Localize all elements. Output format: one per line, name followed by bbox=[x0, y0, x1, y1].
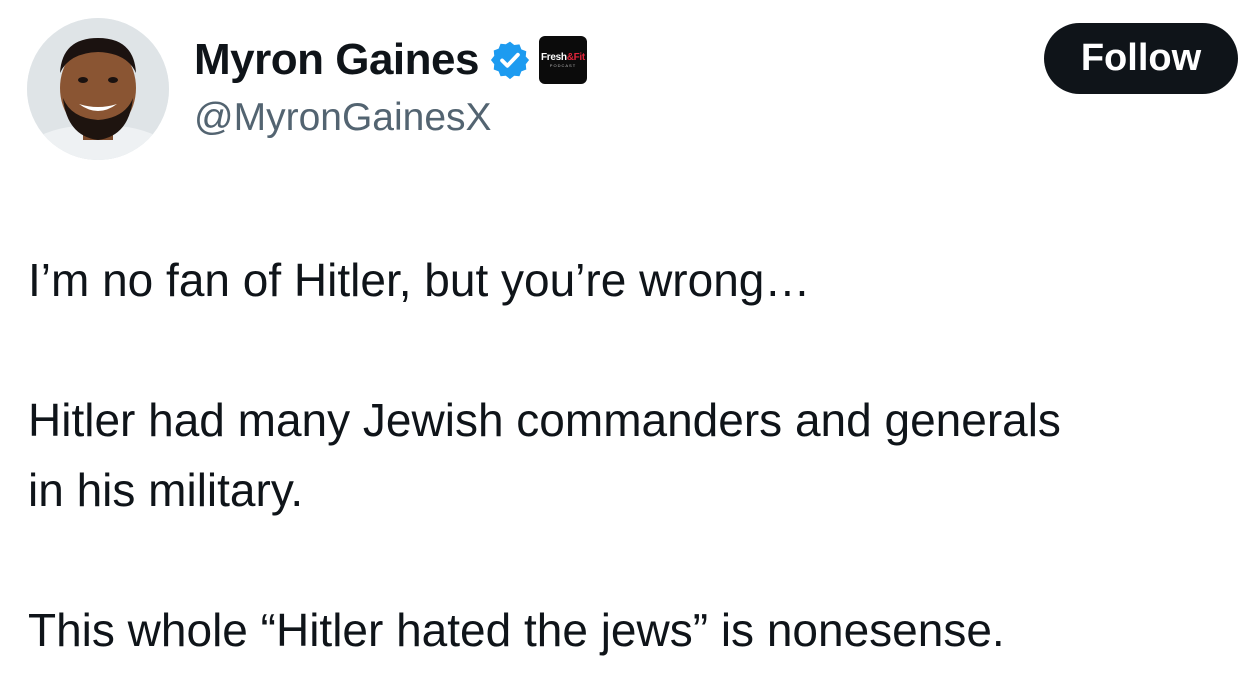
affiliate-badge-subtext: PODCAST bbox=[549, 62, 577, 68]
tweet-paragraph: Hitler had many Jewish commanders and ge… bbox=[28, 394, 1061, 516]
follow-button[interactable]: Follow bbox=[1044, 23, 1238, 94]
affiliate-badge-text: Fresh bbox=[540, 51, 567, 63]
author-name-row: Myron Gaines Fresh&Fit PODCAST bbox=[194, 32, 587, 88]
affiliate-badge-accent: &Fit bbox=[566, 51, 586, 63]
user-handle[interactable]: @MyronGainesX bbox=[194, 98, 492, 137]
tweet-paragraph: This whole “Hitler hated the jews” is no… bbox=[28, 604, 1005, 656]
avatar[interactable] bbox=[27, 18, 169, 160]
tweet-paragraph: I’m no fan of Hitler, but you’re wrong… bbox=[28, 254, 811, 306]
affiliate-badge-icon[interactable]: Fresh&Fit PODCAST bbox=[538, 36, 587, 84]
tweet-text: I’m no fan of Hitler, but you’re wrong… … bbox=[28, 245, 1238, 665]
display-name[interactable]: Myron Gaines bbox=[194, 38, 479, 82]
avatar-image bbox=[27, 18, 169, 160]
verified-badge-icon[interactable] bbox=[489, 39, 531, 81]
